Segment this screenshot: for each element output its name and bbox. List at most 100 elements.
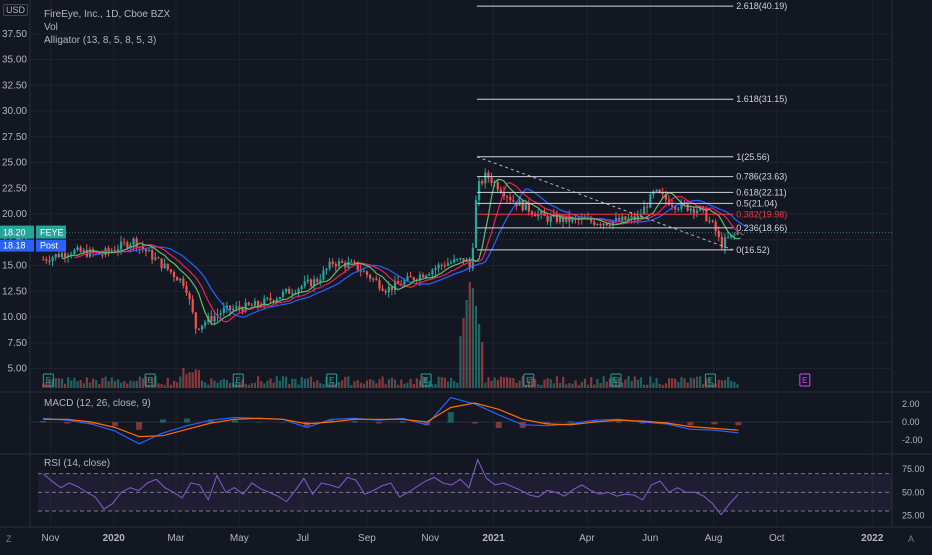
macd-histogram-bar <box>471 422 478 424</box>
candle-body <box>353 261 356 263</box>
volume-bar <box>341 380 344 388</box>
volume-bar <box>132 381 135 388</box>
volume-bar <box>652 382 655 388</box>
candle-body <box>692 208 696 214</box>
volume-bar <box>596 378 599 388</box>
volume-bar <box>213 380 216 388</box>
candle-body <box>281 291 285 297</box>
candle-body <box>406 276 409 281</box>
currency-label[interactable]: USD <box>3 4 29 16</box>
candle-body <box>369 275 372 279</box>
trading-chart[interactable]: 37.50 35.00 32.50 30.00 27.50 25.00 22.50 20.00… <box>0 0 932 550</box>
candle-body <box>431 270 434 275</box>
volume-bar <box>107 381 110 388</box>
volume-bar <box>381 376 384 388</box>
volume-bar <box>359 382 362 388</box>
time-tick-label: Nov <box>42 533 60 544</box>
volume-bar <box>309 376 313 388</box>
candle-body <box>54 254 57 258</box>
macd-histogram-bar <box>64 422 71 424</box>
volume-bar <box>506 376 509 388</box>
candle-body <box>194 312 197 329</box>
chart-stage[interactable]: 37.50 35.00 32.50 30.00 27.50 25.00 22.50 20.00… <box>0 0 932 550</box>
volume-bar <box>54 378 57 388</box>
volume-indicator-label[interactable]: Vol <box>44 21 170 34</box>
volume-bar <box>624 379 627 388</box>
candle-body <box>253 301 257 306</box>
volume-bar <box>583 378 587 388</box>
volume-bar <box>300 377 303 388</box>
time-tick-label: 2022 <box>861 533 884 544</box>
volume-bar <box>70 380 73 388</box>
volume-bar <box>104 376 107 388</box>
volume-bar <box>493 377 496 388</box>
time-tick-label: Jul <box>296 533 309 544</box>
volume-bar <box>384 384 387 388</box>
volume-bar <box>633 376 636 388</box>
price-tick-label: 35.00 <box>2 55 27 66</box>
candle-body <box>135 238 138 248</box>
volume-bar <box>278 380 281 388</box>
candle-body <box>325 268 328 271</box>
volume-bar <box>689 377 692 388</box>
symbol-line[interactable]: FireEye, Inc., 1D, Cboe BZX <box>44 8 170 21</box>
candle-body <box>387 286 390 293</box>
price-tick-label: 20.00 <box>2 209 27 220</box>
candle-body <box>449 262 453 264</box>
volume-bar <box>481 342 484 388</box>
volume-bar <box>60 378 64 388</box>
volume-bar <box>281 376 285 388</box>
macd-tick-label: 0.00 <box>902 417 920 427</box>
volume-bar <box>375 383 378 388</box>
candle-body <box>300 286 303 289</box>
price-tick-label: 32.50 <box>2 80 27 91</box>
volume-bar <box>636 379 639 388</box>
alligator-jaw-line <box>92 188 747 318</box>
volume-bar <box>362 383 366 388</box>
chart-legend: FireEye, Inc., 1D, Cboe BZX Vol Alligato… <box>44 8 170 47</box>
macd-label[interactable]: MACD (12, 26, close, 9) <box>44 398 151 409</box>
volume-bar <box>661 384 664 388</box>
volume-bar <box>490 380 493 388</box>
candle-body <box>686 204 689 211</box>
volume-bar <box>285 376 288 388</box>
alligator-indicator-label[interactable]: Alligator (13, 8, 5, 8, 5, 3) <box>44 34 170 47</box>
zoom-corner-left[interactable]: Z <box>6 534 12 544</box>
time-tick-label: 2020 <box>103 533 126 544</box>
candle-body <box>266 297 269 299</box>
rsi-tick-label: 25.00 <box>902 511 925 521</box>
fib-level-label: 1(25.56) <box>736 152 770 162</box>
candle-body <box>437 264 440 269</box>
post-price-value: 18.18 <box>3 241 26 251</box>
macd-histogram-bar <box>112 422 119 427</box>
candle-body <box>76 247 79 250</box>
volume-bar <box>730 380 733 388</box>
volume-bar <box>266 380 269 388</box>
volume-bar <box>228 382 232 388</box>
volume-bar <box>568 383 571 388</box>
candle-body <box>723 237 727 248</box>
volume-bar <box>356 380 359 388</box>
candle-body <box>222 308 225 313</box>
volume-bar <box>123 380 126 388</box>
candle-body <box>425 275 428 278</box>
volume-bar <box>680 377 683 388</box>
volume-bar <box>642 384 646 388</box>
time-tick-label: May <box>230 533 249 544</box>
volume-bar <box>621 382 624 388</box>
rsi-tick-label: 75.00 <box>902 464 925 474</box>
rsi-label[interactable]: RSI (14, close) <box>44 458 110 469</box>
macd-histogram-bar <box>231 420 238 423</box>
volume-bar <box>219 380 222 388</box>
volume-bar <box>543 379 546 388</box>
auto-scale-corner[interactable]: A <box>908 534 914 544</box>
candle-body <box>278 296 281 300</box>
volume-bar <box>113 381 116 388</box>
volume-bar <box>671 378 674 388</box>
candle-body <box>375 278 378 281</box>
candle-body <box>428 274 431 276</box>
volume-bar <box>135 380 138 388</box>
candle-body <box>599 224 602 226</box>
candle-body <box>197 328 201 330</box>
candle-body <box>176 277 179 281</box>
